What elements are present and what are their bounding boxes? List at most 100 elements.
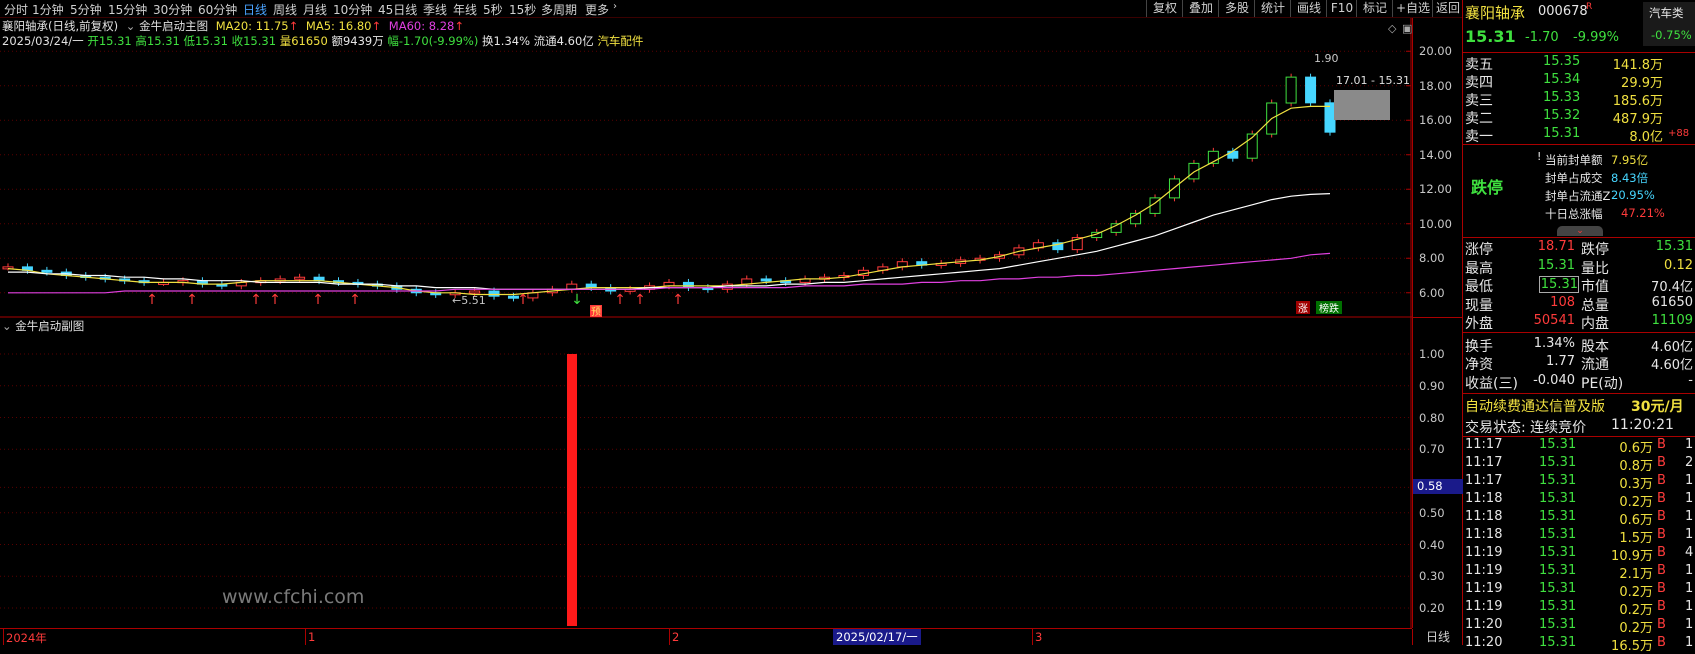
sub-chart-panel[interactable]: ⌄ 金牛启动副图 www.cfchi.com: [0, 318, 1412, 628]
sector-pct: -0.75%: [1651, 28, 1692, 42]
sub-header: ⌄ 金牛启动副图: [2, 318, 84, 334]
period-tab[interactable]: 1分钟: [32, 1, 64, 18]
candle-body: [682, 281, 694, 289]
period-tab[interactable]: 60分钟: [198, 1, 237, 18]
tick-time: 11:19: [1465, 563, 1503, 578]
tick-time: 11:19: [1465, 599, 1503, 614]
period-label[interactable]: 日线: [1412, 629, 1463, 645]
buy-arrow-icon: ↑: [672, 292, 684, 308]
sub-axis-label: 0.50: [1419, 505, 1445, 520]
promo-text[interactable]: 自动续费通达信普及版: [1465, 396, 1605, 416]
tick-count: 1: [1685, 473, 1694, 488]
order-book-price: 15.35: [1543, 54, 1581, 69]
collapse-toggle-icon[interactable]: ⌄: [1557, 226, 1603, 236]
order-book-label: 卖四: [1465, 75, 1493, 91]
toolbar-button[interactable]: F10: [1326, 0, 1357, 17]
toolbar-button[interactable]: 多股: [1218, 0, 1255, 17]
candle-body: [1168, 178, 1180, 199]
period-tab[interactable]: 5秒: [483, 1, 503, 18]
candle-body: [760, 278, 772, 282]
toolbar-button[interactable]: 叠加: [1182, 0, 1219, 17]
order-book-volume: 487.9万: [1612, 112, 1663, 127]
price-axis-label: 14.00: [1419, 147, 1452, 162]
period-tab[interactable]: 5分钟: [70, 1, 102, 18]
period-tab[interactable]: 多周期: [541, 1, 577, 18]
toolbar-button[interactable]: 返回: [1432, 0, 1463, 17]
tick-side: B: [1657, 545, 1666, 560]
period-tab[interactable]: 15分钟: [108, 1, 147, 18]
tick-count: 4: [1685, 545, 1694, 560]
stat-label: 最高: [1465, 260, 1493, 277]
main-chart-panel[interactable]: 襄阳轴承(日线,前复权) ⌄ 金牛启动主图 MA20: 11.75↑ MA5: …: [0, 18, 1412, 318]
stat-label: 涨停: [1465, 242, 1493, 258]
period-tab[interactable]: 30分钟: [153, 1, 192, 18]
tick-side: B: [1657, 581, 1666, 596]
stat-label: 总量: [1581, 297, 1609, 314]
limit-info-label: 当前封单额: [1545, 153, 1603, 167]
order-book-price: 15.32: [1543, 108, 1581, 123]
stock-flag: R: [1586, 2, 1593, 12]
toolbar-button[interactable]: 标记: [1356, 0, 1393, 17]
stat-label: 最低: [1465, 279, 1493, 295]
period-tab[interactable]: 月线: [303, 1, 327, 18]
stat-label: 跌停: [1581, 242, 1609, 258]
chevron-right-icon[interactable]: ›: [613, 1, 617, 12]
period-tab[interactable]: 45日线: [378, 1, 417, 18]
tick-time: 11:19: [1465, 581, 1503, 596]
period-tab[interactable]: 更多: [585, 1, 609, 18]
stat-value: 1.34%: [1533, 335, 1575, 351]
diamond-icon: ◇: [1388, 22, 1397, 35]
toolbar-button[interactable]: 画线: [1290, 0, 1327, 17]
ma-line-ma5: [7, 105, 1330, 296]
sub-title[interactable]: 金牛启动副图: [15, 319, 84, 333]
price-axis-label: 10.00: [1419, 216, 1452, 231]
tick-side: B: [1657, 473, 1666, 488]
tick-time: 11:18: [1465, 491, 1503, 506]
stat-value: 15.31: [1539, 276, 1579, 293]
buy-arrow-icon: ↑: [614, 292, 626, 308]
tick-side: B: [1657, 527, 1666, 542]
info-icon: !: [1537, 150, 1542, 163]
sub-axis-label: 1.00: [1419, 347, 1445, 361]
tick-time: 11:20: [1465, 617, 1503, 632]
chevron-down-icon[interactable]: ⌄: [2, 319, 12, 333]
tick-volume: 2.1万: [1619, 567, 1653, 582]
tick-volume: 1.5万: [1619, 531, 1653, 546]
time-axis-tick: [669, 629, 670, 645]
price-change-pct: -9.99%: [1573, 30, 1619, 45]
tick-volume: 0.2万: [1619, 621, 1653, 636]
period-tab[interactable]: 日线: [243, 1, 267, 18]
price-axis-label: 12.00: [1419, 182, 1452, 197]
toolbar-button[interactable]: +自选: [1392, 0, 1433, 17]
period-tab[interactable]: 季线: [423, 1, 447, 18]
period-tab[interactable]: 年线: [453, 1, 477, 18]
sub-indicator-chart[interactable]: [0, 318, 1412, 628]
axis-separator: [1413, 317, 1463, 318]
period-tab[interactable]: 10分钟: [333, 1, 372, 18]
stat-value: 108: [1550, 294, 1575, 310]
period-tab[interactable]: 15秒: [509, 1, 536, 18]
tick-time: 11:19: [1465, 545, 1503, 560]
tick-volume: 0.3万: [1619, 477, 1653, 492]
tick-count: 1: [1685, 437, 1694, 452]
tick-count: 1: [1685, 599, 1694, 614]
stat-label: 换手: [1465, 338, 1493, 355]
tick-side: B: [1657, 491, 1666, 506]
period-tab[interactable]: 周线: [273, 1, 297, 18]
sub-axis-label: 0.20: [1419, 601, 1445, 615]
stat-label: 净资: [1465, 357, 1493, 373]
bangdie-badge: 榜跌: [1319, 302, 1339, 315]
hsep: [1463, 393, 1695, 394]
toolbar-button[interactable]: 复权: [1146, 0, 1183, 17]
tick-side: B: [1657, 563, 1666, 578]
promo-price[interactable]: 30元/月: [1631, 396, 1684, 416]
order-book-label: 卖三: [1465, 93, 1493, 109]
order-book-volume: 8.0亿: [1629, 130, 1663, 145]
tick-price: 15.31: [1539, 491, 1577, 506]
toolbar-button[interactable]: 统计: [1254, 0, 1291, 17]
period-toolbar: 分时 1分钟 5分钟 15分钟 30分钟 60分钟 日线 周线 月线 10分钟 45日线 季线 年线 5秒…: [0, 0, 1462, 18]
buy-arrow-icon: ↑: [250, 292, 262, 308]
sector-name[interactable]: 汽车类: [1649, 5, 1684, 21]
candlestick-chart[interactable]: ↑ ↑ ↑ ↑ ↑ ↑ ↑ ↑ ↑ ↑ ↓ ←5.51 1.90 17.01 - 15.31 预 涨榜跌 ◇ ▣: [0, 18, 1412, 318]
period-tab[interactable]: 分时: [4, 1, 28, 18]
